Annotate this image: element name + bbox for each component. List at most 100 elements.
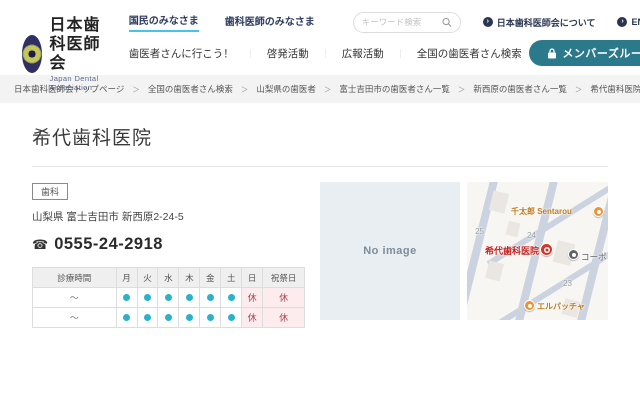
map-label-6: エルパッチャ: [537, 302, 585, 311]
site-header: 日本歯科医師会 Japan Dental Association 国民のみなさま…: [0, 0, 640, 92]
open-dot-icon: [206, 313, 214, 321]
map-label-5: 23: [563, 279, 572, 288]
map-label-4: コーポし: [581, 252, 608, 262]
schedule-closed-cell: 休: [262, 287, 305, 308]
open-dot-icon: [227, 313, 235, 321]
open-dot-icon: [164, 313, 172, 321]
clinic-place-pin[interactable]: [540, 243, 553, 256]
phone-number: 0555-24-2918: [54, 235, 163, 253]
pin-inner: [596, 209, 601, 214]
schedule-open-cell: [199, 287, 222, 308]
utility-link-0[interactable]: › 日本歯科医師会について: [482, 16, 596, 29]
open-dot-icon: [144, 313, 151, 321]
arrow-circle-icon: ›: [617, 17, 628, 27]
schedule-open-cell: [136, 287, 159, 308]
table-row: ～ 休休: [32, 307, 305, 328]
utility-link-label: ENGLISH: [631, 17, 640, 27]
building-pin-corpo[interactable]: [568, 249, 579, 260]
open-dot-icon: [164, 293, 172, 301]
schedule-closed-cell: 休: [262, 307, 305, 328]
schedule-open-cell: [178, 307, 201, 328]
map-label-3: 希代歯科医院: [485, 246, 540, 256]
schedule-header: 土: [220, 267, 243, 288]
breadcrumb-item-1[interactable]: 全国の歯医者さん検索: [124, 83, 233, 95]
search-icon[interactable]: [442, 17, 452, 28]
map-block: [488, 190, 510, 214]
main-nav-item-2[interactable]: 広報活動: [309, 46, 384, 61]
map-label-0: 千太郎 Sentarou: [511, 207, 572, 216]
schedule-header: 火: [136, 267, 159, 288]
keyword-search[interactable]: [352, 11, 461, 33]
schedule-header: 木: [178, 267, 201, 288]
audience-tabs: 国民のみなさま 歯科医師のみなさま: [128, 12, 341, 32]
schedule-header: 金: [199, 267, 222, 288]
pin-inner: [527, 303, 532, 308]
open-dot-icon: [123, 293, 131, 301]
breadcrumb-item-4[interactable]: 新西原の歯医者さん一覧: [450, 83, 567, 95]
breadcrumb-item-3[interactable]: 富士吉田市の歯医者さん一覧: [316, 83, 450, 95]
schedule-open-cell: [220, 307, 243, 328]
map-label-2: 24: [527, 231, 536, 240]
open-dot-icon: [227, 293, 235, 301]
open-dot-icon: [185, 313, 193, 321]
utility-link-1[interactable]: ›ENGLISH: [617, 17, 640, 27]
schedule-open-cell: [199, 307, 222, 328]
main-nav-item-3[interactable]: 全国の歯医者さん検索: [384, 46, 522, 61]
pin-inner: [571, 252, 576, 257]
schedule-open-cell: [157, 307, 180, 328]
map-block: [485, 260, 504, 282]
members-room-label: メンバーズルーム: [562, 48, 640, 60]
table-row: ～ 休休: [32, 287, 305, 308]
title-divider: [32, 166, 608, 167]
clinic-photo-placeholder: No image: [320, 182, 460, 320]
schedule-open-cell: [178, 287, 201, 308]
schedule-header: 日: [241, 267, 264, 288]
schedule-header: 診療時間: [32, 267, 117, 288]
clinic-address: 山梨県 富士吉田市 新西原2-24-5: [32, 211, 184, 223]
schedule-open-cell: [136, 307, 159, 328]
schedule-time: ～: [32, 307, 117, 328]
lock-icon: [548, 47, 557, 58]
utility-link-label: 日本歯科医師会について: [496, 17, 596, 28]
main-content: 希代歯科医院 歯科 山梨県 富士吉田市 新西原2-24-5 ☎ 0555-24-…: [0, 103, 640, 328]
breadcrumb-item-5: 希代歯科医院: [567, 83, 640, 95]
main-nav-item-0[interactable]: 歯医者さんに行こう！: [129, 46, 234, 61]
pin-core: [545, 248, 548, 251]
utility-links: ›日本歯科医師会について›ENGLISH: [461, 16, 640, 29]
open-dot-icon: [206, 293, 214, 301]
page-title: 希代歯科医院: [32, 128, 153, 149]
search-input[interactable]: [361, 17, 442, 27]
schedule-header: 水: [157, 267, 180, 288]
breadcrumb-item-2[interactable]: 山梨県の歯医者: [233, 83, 316, 95]
arrow-circle-icon: ›: [482, 17, 493, 27]
main-nav-item-1[interactable]: 啓発活動: [234, 46, 309, 61]
location-map[interactable]: 千太郎 Sentarou 25 24 希代歯科医院コーポし 23 エルパッチャ: [467, 182, 608, 320]
schedule-header: 月: [115, 267, 138, 288]
open-dot-icon: [144, 293, 151, 301]
map-block: [505, 220, 521, 238]
schedule-open-cell: [157, 287, 180, 308]
opening-hours-table: 診療時間月火水木金土日祝祭日 ～ 休休 ～ 休休: [32, 267, 305, 328]
site-logo[interactable]: 日本歯科医師会 Japan Dental Association: [22, 16, 111, 92]
map-label-1: 25: [475, 227, 484, 236]
main-nav: 歯医者さんに行こう！啓発活動広報活動全国の歯医者さん検索: [129, 46, 522, 61]
members-room-button[interactable]: メンバーズルーム: [529, 40, 640, 66]
schedule-open-cell: [220, 287, 243, 308]
restaurant-pin-sentarou[interactable]: [593, 206, 604, 217]
tab-audience-0[interactable]: 国民のみなさま: [128, 12, 199, 32]
breadcrumb-item-0[interactable]: 日本歯科医師会トップページ: [14, 83, 124, 95]
category-badge: 歯科: [32, 183, 69, 200]
jda-emblem-icon: [22, 34, 42, 73]
schedule-closed-cell: 休: [241, 307, 264, 328]
restaurant-pin-elpaccha[interactable]: [524, 300, 535, 311]
schedule-header: 祝祭日: [262, 267, 305, 288]
schedule-open-cell: [115, 307, 138, 328]
schedule-time: ～: [32, 287, 117, 308]
open-dot-icon: [123, 313, 131, 321]
logo-title: 日本歯科医師会: [49, 17, 101, 73]
schedule-closed-cell: 休: [241, 287, 264, 308]
open-dot-icon: [185, 293, 193, 301]
tab-audience-1[interactable]: 歯科医師のみなさま: [225, 13, 315, 31]
phone-icon: ☎: [32, 236, 49, 252]
no-image-label: No image: [363, 245, 417, 257]
